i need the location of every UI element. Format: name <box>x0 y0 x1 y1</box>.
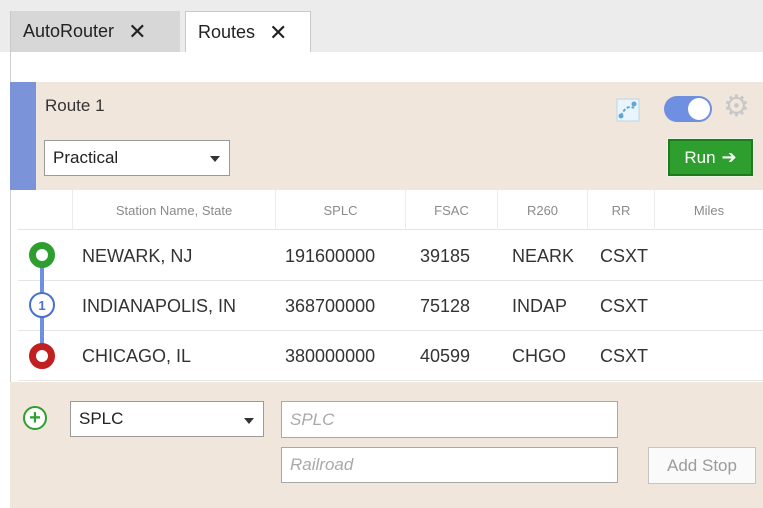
column-header-fsac[interactable]: FSAC <box>405 190 497 230</box>
gear-icon[interactable]: ⚙ <box>723 92 750 122</box>
splc-value: 380000000 <box>285 345 376 366</box>
column-header-splc[interactable]: SPLC <box>275 190 405 230</box>
r260-value: CHGO <box>512 345 566 366</box>
railroad-input[interactable] <box>281 447 618 483</box>
route-accent-bar <box>10 82 36 190</box>
column-header-station[interactable]: Station Name, State <box>72 190 275 230</box>
column-header-miles[interactable]: Miles <box>654 190 763 230</box>
column-header-rr[interactable]: RR <box>587 190 654 230</box>
rr-value: CSXT <box>600 345 649 366</box>
close-icon[interactable]: ✕ <box>128 19 146 45</box>
map-route-icon[interactable] <box>614 96 642 124</box>
origin-marker-icon[interactable] <box>29 242 55 268</box>
tab-bar: AutoRouter ✕ Routes ✕ <box>0 0 763 53</box>
r260-value: NEARK <box>512 245 575 266</box>
routing-mode-value: Practical <box>53 148 119 167</box>
table-row[interactable]: CHICAGO, IL 380000000 40599 CHGO CSXT <box>18 331 763 381</box>
via-stop-marker-icon[interactable]: 1 <box>29 292 55 318</box>
table-row[interactable]: INDIANAPOLIS, IN 368700000 75128 INDAP C… <box>18 281 763 331</box>
rr-value: CSXT <box>600 295 649 316</box>
r260-value: INDAP <box>512 295 568 316</box>
fsac-value: 75128 <box>420 295 471 316</box>
toggle-knob <box>688 98 710 120</box>
column-header-r260[interactable]: R260 <box>497 190 587 230</box>
fsac-value: 39185 <box>420 245 471 266</box>
run-button[interactable]: Run ➔ <box>667 138 754 177</box>
fsac-value: 40599 <box>420 345 471 366</box>
stop-type-value: SPLC <box>79 409 124 428</box>
run-label: Run <box>684 147 716 167</box>
stop-type-select[interactable]: SPLC <box>70 401 264 437</box>
add-stop-button[interactable]: Add Stop <box>648 447 756 484</box>
chevron-down-icon <box>244 418 254 424</box>
tab-routes[interactable]: Routes ✕ <box>185 11 311 53</box>
route-title: Route 1 <box>45 96 105 115</box>
tab-autorouter[interactable]: AutoRouter ✕ <box>10 11 180 52</box>
stations-table-header: Station Name, State SPLC FSAC R260 RR Mi… <box>18 190 763 230</box>
station-name: INDIANAPOLIS, IN <box>82 295 237 316</box>
station-name: CHICAGO, IL <box>82 345 192 366</box>
route-toggle[interactable] <box>664 96 712 122</box>
arrow-right-icon: ➔ <box>721 147 737 167</box>
splc-value: 368700000 <box>285 295 376 316</box>
add-icon[interactable]: + <box>23 406 47 430</box>
rr-value: CSXT <box>600 245 649 266</box>
splc-input[interactable] <box>281 401 618 438</box>
chevron-down-icon <box>210 156 220 162</box>
tab-label[interactable]: AutoRouter <box>23 21 114 42</box>
routing-mode-select[interactable]: Practical <box>44 140 230 176</box>
tab-label[interactable]: Routes <box>198 22 255 43</box>
destination-marker-icon[interactable] <box>29 343 55 369</box>
station-name: NEWARK, NJ <box>82 245 193 266</box>
close-icon[interactable]: ✕ <box>269 20 287 46</box>
table-row[interactable]: NEWARK, NJ 191600000 39185 NEARK CSXT <box>18 231 763 281</box>
splc-value: 191600000 <box>285 245 376 266</box>
